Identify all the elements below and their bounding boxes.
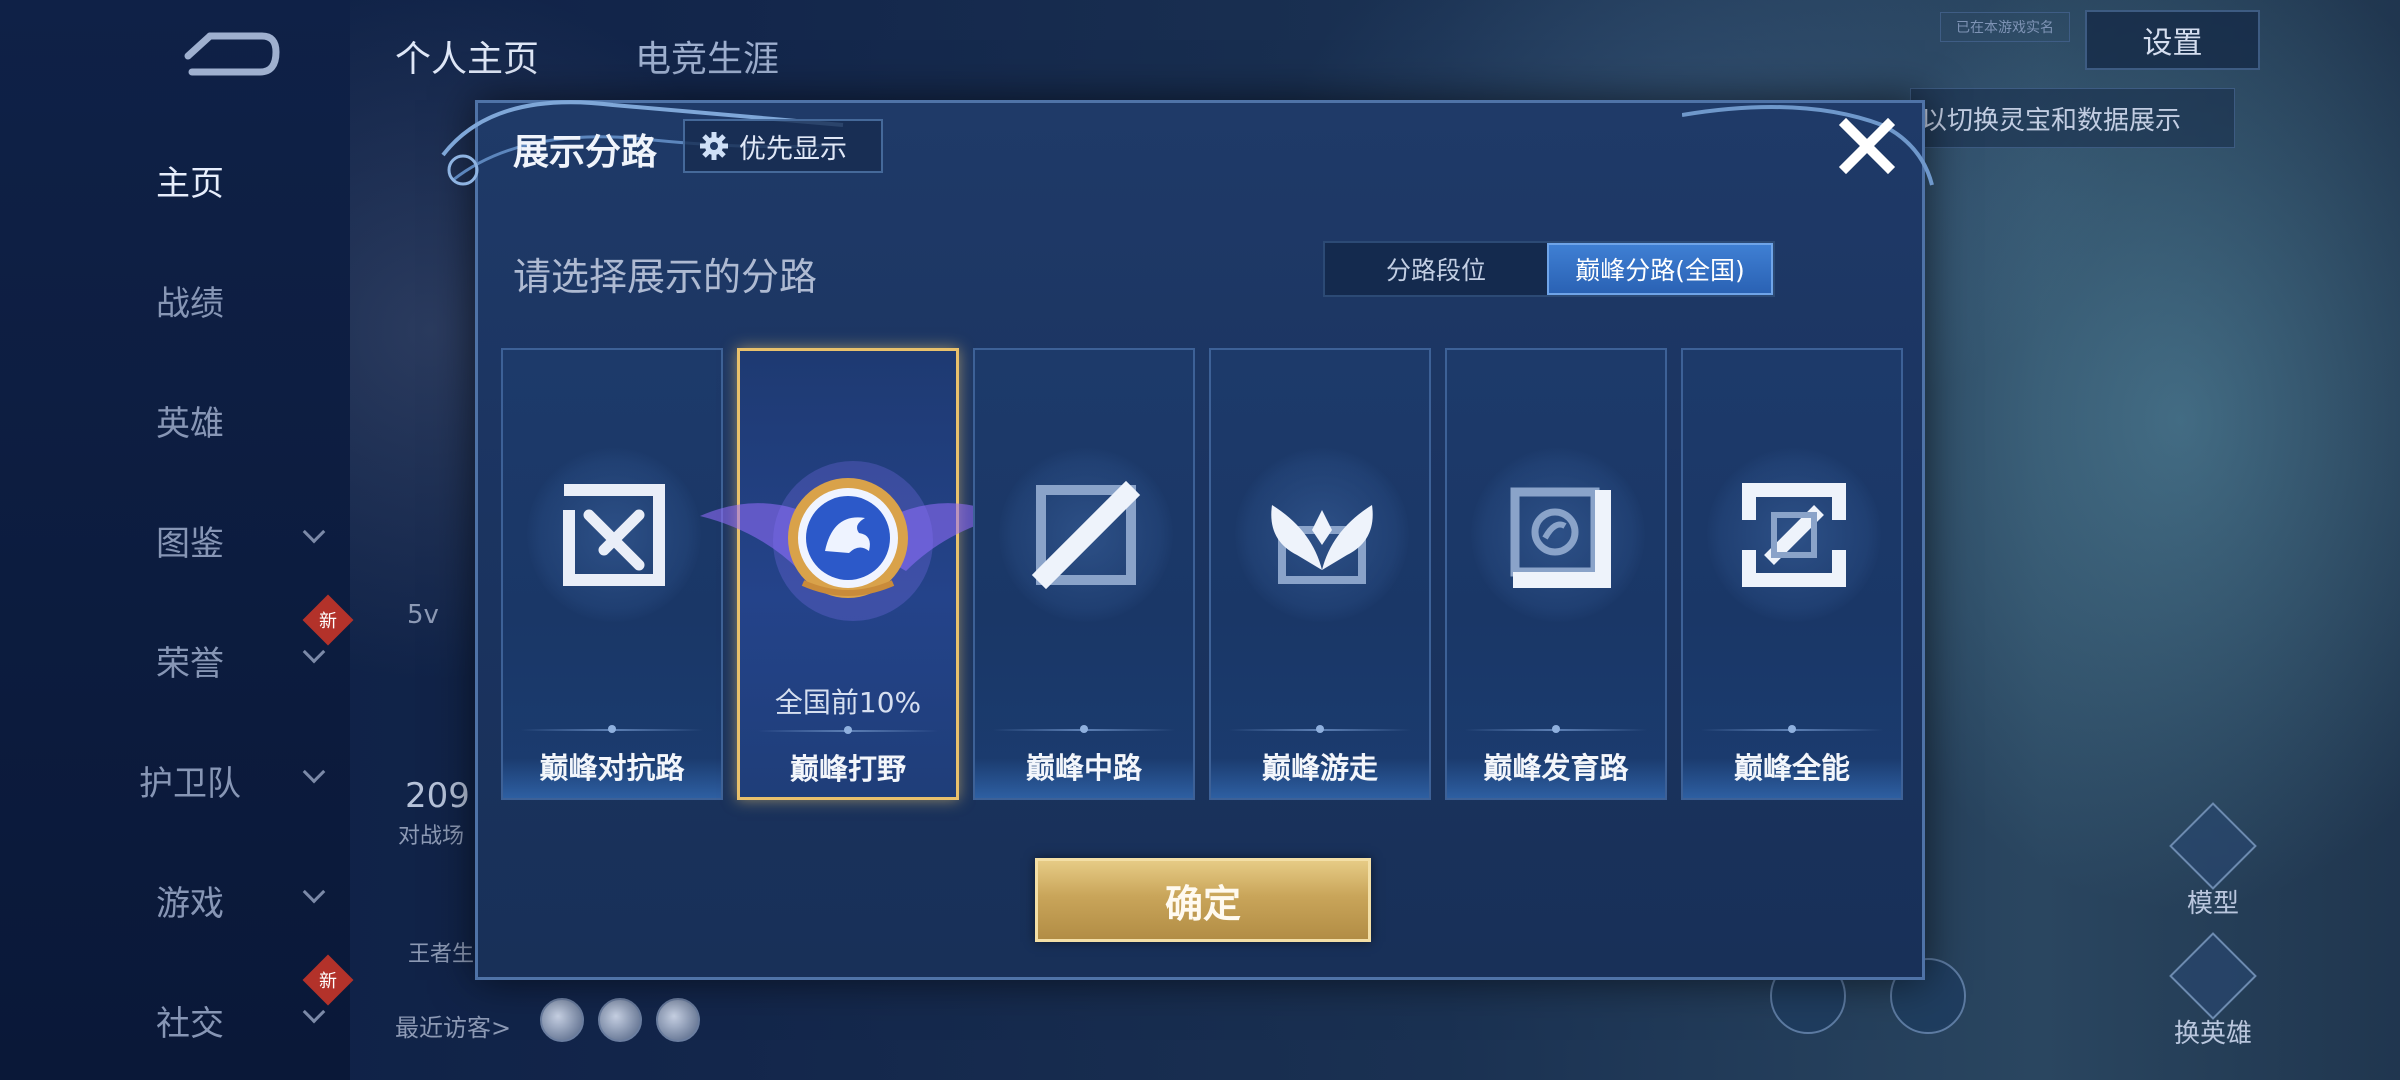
- close-icon[interactable]: [1832, 111, 1902, 181]
- sidebar-item-label: 社交: [156, 1003, 224, 1044]
- chevron-down-icon: [302, 880, 326, 904]
- choose-lane-prompt: 请选择展示的分路: [513, 255, 818, 299]
- back-arrow-icon[interactable]: [180, 28, 280, 84]
- icon-halo: [1471, 448, 1645, 622]
- lane-display-dialog: 展示分路 优先显示 请选择展示的分路 分路段位 巅峰分路(全国) 巅峰对抗路 全…: [441, 100, 1934, 980]
- farm-lane-icon: [1510, 487, 1611, 588]
- segment-peak-lane-national[interactable]: 巅峰分路(全国): [1547, 243, 1773, 295]
- icon-halo: [1707, 448, 1881, 622]
- model-button[interactable]: 模型: [2158, 802, 2268, 920]
- sidebar-item[interactable]: 英雄: [0, 390, 350, 450]
- sidebar-item[interactable]: 战绩: [0, 270, 350, 330]
- visitor-avatar[interactable]: [598, 998, 642, 1042]
- new-badge: 新: [302, 954, 354, 1006]
- segment-lane-rank[interactable]: 分路段位: [1325, 243, 1547, 295]
- sidebar-item-label: 英雄: [156, 403, 224, 444]
- sidebar-item-label: 护卫队: [139, 763, 241, 804]
- lane-card-list: 巅峰对抗路 全国前10% 巅峰打野 巅峰中路 巅峰游走 巅峰发育路 巅峰全能: [501, 348, 1905, 800]
- new-badge-text: 新: [319, 971, 337, 992]
- card-divider: [993, 725, 1175, 733]
- lane-card-label: 巅峰打野: [789, 752, 906, 786]
- lane-card-label: 巅峰全能: [1733, 751, 1850, 785]
- king-label: 王者生: [408, 942, 475, 967]
- realname-hint: 已在本游戏实名: [1940, 12, 2070, 42]
- sidebar-item-label: 战绩: [156, 283, 224, 324]
- stat-caption: 对战场: [398, 824, 465, 849]
- lane-card-label: 巅峰中路: [1025, 751, 1142, 785]
- lane-card-label: 巅峰对抗路: [539, 751, 685, 785]
- chevron-down-icon: [302, 760, 326, 784]
- switch-hint-banner: 以切换灵宝和数据展示: [1910, 88, 2235, 148]
- lane-card-allround[interactable]: 巅峰全能: [1681, 348, 1903, 800]
- icon-halo: [999, 448, 1173, 622]
- sidebar-item[interactable]: 游戏: [0, 870, 350, 930]
- change-hero-button[interactable]: 换英雄: [2158, 932, 2268, 1050]
- settings-button[interactable]: 设置: [2085, 10, 2260, 70]
- clash-lane-icon: [563, 484, 665, 586]
- sidebar-item-label: 游戏: [156, 883, 224, 924]
- icon-halo: [1235, 448, 1409, 622]
- chevron-down-icon: [302, 1000, 326, 1024]
- change-hero-icon: [2169, 932, 2257, 1020]
- chevron-down-icon: [302, 640, 326, 664]
- jungle-dragon-emblem-icon: [788, 478, 908, 598]
- sidebar-item[interactable]: 社交 新: [0, 954, 354, 1050]
- lane-card-label: 巅峰发育路: [1483, 751, 1629, 785]
- lane-card-label: 巅峰游走: [1261, 751, 1378, 785]
- tab-personal-home[interactable]: 个人主页: [395, 30, 539, 82]
- new-badge-text: 新: [319, 611, 337, 632]
- icon-halo: [527, 448, 701, 622]
- change-hero-label: 换英雄: [2173, 1019, 2252, 1049]
- card-divider: [758, 726, 938, 734]
- card-divider: [1465, 725, 1647, 733]
- visitor-avatar[interactable]: [656, 998, 700, 1042]
- lane-card-farm[interactable]: 巅峰发育路: [1445, 348, 1667, 800]
- sidebar-item[interactable]: 主页: [0, 150, 350, 210]
- sidebar-item-label: 主页: [156, 163, 224, 204]
- confirm-button[interactable]: 确定: [1035, 858, 1371, 942]
- card-divider: [521, 725, 703, 733]
- all-round-icon: [1742, 483, 1846, 587]
- priority-display-button[interactable]: 优先显示: [683, 119, 883, 173]
- recent-visitors-link[interactable]: 最近访客>: [395, 1008, 511, 1043]
- sidebar-item-label: 图鉴: [156, 523, 224, 564]
- mid-lane-icon: [1031, 480, 1141, 590]
- national-rank-text: 全国前10%: [774, 686, 922, 719]
- model-label: 模型: [2186, 889, 2239, 919]
- sidebar-item[interactable]: 荣誉 新: [0, 594, 354, 690]
- priority-display-label: 优先显示: [739, 133, 847, 165]
- sidebar-item-label: 荣誉: [156, 643, 224, 684]
- stat-small-text: 5v: [407, 600, 439, 630]
- new-badge: 新: [302, 594, 354, 646]
- sidebar-item[interactable]: 护卫队: [0, 750, 350, 810]
- sidebar: 主页 战绩 英雄 图鉴 荣誉新护卫队 游戏 社交新: [0, 0, 354, 1080]
- visitor-avatar[interactable]: [540, 998, 584, 1042]
- roam-wings-icon: [1271, 505, 1373, 584]
- lane-card-mid[interactable]: 巅峰中路: [973, 348, 1195, 800]
- gear-icon: [700, 132, 728, 160]
- sidebar-item[interactable]: 图鉴: [0, 510, 350, 570]
- chevron-down-icon: [302, 520, 326, 544]
- dialog-title: 展示分路: [513, 132, 658, 173]
- model-icon: [2169, 802, 2257, 890]
- tab-esports-career[interactable]: 电竞生涯: [635, 30, 779, 82]
- lane-mode-switch: 分路段位 巅峰分路(全国): [1323, 241, 1775, 297]
- lane-card-roam[interactable]: 巅峰游走: [1209, 348, 1431, 800]
- lane-card-clash[interactable]: 巅峰对抗路: [501, 348, 723, 800]
- stat-number: 209: [405, 776, 470, 816]
- decorative-swirl: [1682, 105, 1934, 186]
- card-divider: [1701, 725, 1883, 733]
- lane-card-jungle[interactable]: 全国前10% 巅峰打野: [700, 348, 1006, 800]
- card-divider: [1229, 725, 1411, 733]
